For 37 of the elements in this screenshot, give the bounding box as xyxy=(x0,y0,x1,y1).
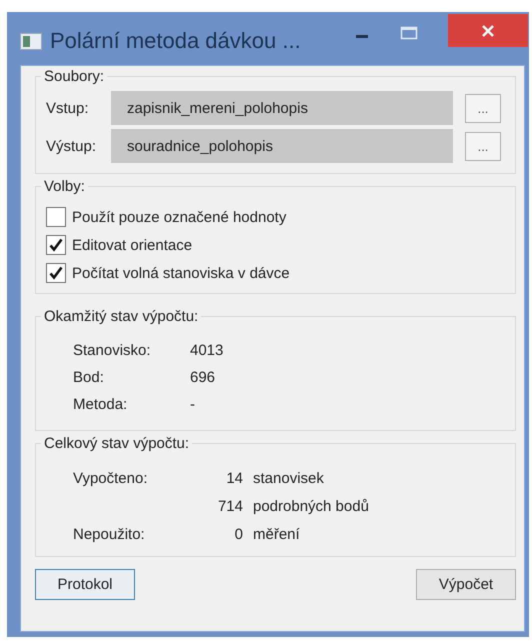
close-button[interactable] xyxy=(448,14,528,47)
checkbox[interactable] xyxy=(46,263,66,283)
app-icon xyxy=(20,33,42,50)
window-title: Polární metoda dávkou ... xyxy=(50,28,301,54)
count-value: 14 xyxy=(226,470,243,486)
status-label: Bod: xyxy=(73,369,105,386)
group-label: Okamžitý stav výpočtu: xyxy=(41,308,202,326)
count-value: 714 xyxy=(218,498,243,514)
browse-button[interactable]: ... xyxy=(465,132,501,160)
status-label: Nepoužito: xyxy=(73,526,145,542)
status-label: Vypočteno: xyxy=(73,470,148,486)
field-label: Výstup: xyxy=(46,138,98,154)
status-label: Metoda: xyxy=(73,396,128,413)
unit-label: měření xyxy=(253,526,300,542)
action-button[interactable]: Výpočet xyxy=(416,569,516,600)
checkbox-label: Použít pouze označené hodnoty xyxy=(72,208,286,226)
unit-label: podrobných bodů xyxy=(253,498,369,514)
status-label: Stanovisko: xyxy=(73,342,152,359)
checkbox-label: Počítat volná stanoviska v dávce xyxy=(72,264,290,282)
checkbox[interactable] xyxy=(46,235,66,255)
browse-button[interactable]: ... xyxy=(465,94,501,122)
input-field[interactable]: souradnice_polohopis xyxy=(111,129,453,163)
unit-label: stanovisek xyxy=(253,470,324,486)
status-value: 696 xyxy=(190,369,216,386)
group-label: Celkový stav výpočtu: xyxy=(41,435,192,453)
checkbox[interactable] xyxy=(46,207,66,227)
action-button[interactable]: Protokol xyxy=(35,569,135,600)
field-label: Vstup: xyxy=(46,100,90,116)
checkbox-label: Editovat orientace xyxy=(72,236,192,254)
group-label: Volby: xyxy=(41,178,88,196)
input-field[interactable]: zapisnik_mereni_polohopis xyxy=(111,91,453,125)
maximize-icon[interactable] xyxy=(400,26,418,40)
count-value: 0 xyxy=(234,526,243,542)
status-value: 4013 xyxy=(190,342,224,359)
group-label: Soubory: xyxy=(41,68,108,86)
close-icon xyxy=(481,24,495,38)
status-value: - xyxy=(190,396,195,413)
